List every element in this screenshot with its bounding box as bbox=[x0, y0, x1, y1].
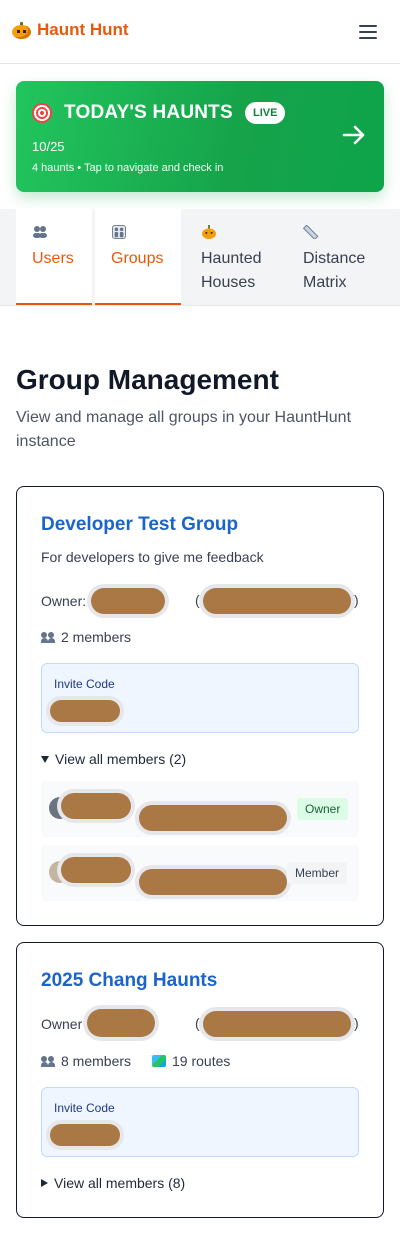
redacted-member-email bbox=[139, 805, 287, 831]
todays-haunts-banner[interactable]: TODAY'S HAUNTS LIVE 10/25 4 haunts • Tap… bbox=[16, 81, 384, 192]
group-card: Developer Test Group For developers to g… bbox=[16, 486, 384, 926]
member-row: Member bbox=[41, 845, 359, 901]
map-icon bbox=[152, 1055, 166, 1067]
routes-count: 19 routes bbox=[152, 1053, 230, 1069]
tab-label: Groups bbox=[111, 250, 164, 267]
paren-close: ) bbox=[354, 1015, 359, 1031]
redacted-invite-code[interactable] bbox=[50, 700, 120, 722]
redacted-member-email bbox=[139, 869, 287, 895]
banner-date: 10/25 bbox=[32, 139, 65, 154]
invite-code-box: Invite Code bbox=[41, 1087, 359, 1157]
people-icon bbox=[41, 1055, 55, 1067]
tab-distance-matrix[interactable]: Distance Matrix bbox=[287, 209, 387, 305]
live-badge: LIVE bbox=[245, 102, 286, 124]
owner-label: Owner: bbox=[41, 593, 87, 609]
redacted-owner-email bbox=[203, 588, 351, 614]
members-count: 2 members bbox=[41, 629, 131, 645]
invite-code-box: Invite Code bbox=[41, 663, 359, 733]
tab-label: Haunted Houses bbox=[201, 250, 262, 291]
group-description: For developers to give me feedback bbox=[41, 549, 264, 565]
member-row: Owner bbox=[41, 781, 359, 837]
redacted-owner-email bbox=[203, 1011, 351, 1037]
role-badge: Member bbox=[287, 862, 348, 884]
people-icon bbox=[33, 226, 47, 238]
brand[interactable]: Haunt Hunt bbox=[12, 20, 129, 40]
role-badge: Owner bbox=[297, 798, 349, 820]
invite-code-label: Invite Code bbox=[54, 677, 115, 691]
redacted-invite-code[interactable] bbox=[50, 1124, 120, 1146]
routes-count-text: 19 routes bbox=[172, 1053, 231, 1069]
paren-open: ( bbox=[195, 1015, 200, 1031]
pumpkin-icon bbox=[202, 225, 216, 239]
groups-icon bbox=[112, 225, 126, 239]
admin-tabs: Users Groups Haunted Houses Distance Mat… bbox=[0, 209, 400, 306]
members-count: 8 members bbox=[41, 1053, 131, 1069]
tab-groups[interactable]: Groups bbox=[95, 209, 181, 305]
banner-subtitle: 4 haunts • Tap to navigate and check in bbox=[32, 162, 224, 174]
tab-label: Distance Matrix bbox=[303, 250, 366, 291]
view-members-toggle[interactable]: View all members (8) bbox=[41, 1175, 185, 1191]
paren-open: ( bbox=[195, 592, 200, 608]
tab-users[interactable]: Users bbox=[16, 209, 92, 305]
members-count-text: 2 members bbox=[61, 629, 132, 645]
chevron-down-icon bbox=[41, 755, 49, 763]
ruler-icon bbox=[303, 225, 319, 239]
redacted-member-name bbox=[61, 857, 131, 883]
view-members-text: View all members (2) bbox=[55, 751, 187, 767]
redacted-member-name bbox=[61, 793, 131, 819]
invite-code-label: Invite Code bbox=[54, 1101, 115, 1115]
redacted-owner-name bbox=[87, 1009, 155, 1037]
banner-title: TODAY'S HAUNTS bbox=[64, 102, 233, 123]
view-members-toggle[interactable]: View all members (2) bbox=[41, 751, 186, 767]
group-name[interactable]: Developer Test Group bbox=[41, 514, 238, 536]
group-name[interactable]: 2025 Chang Haunts bbox=[41, 970, 217, 992]
chevron-right-icon bbox=[41, 1179, 48, 1187]
page-description: View and manage all groups in your Haunt… bbox=[16, 409, 352, 450]
target-icon bbox=[32, 103, 52, 123]
group-card: 2025 Chang Haunts Owner ( ) 8 members 19… bbox=[16, 942, 384, 1218]
tab-haunted-houses[interactable]: Haunted Houses bbox=[185, 209, 285, 305]
owner-label: Owner bbox=[41, 1016, 83, 1032]
app-header: Haunt Hunt bbox=[0, 0, 400, 64]
people-icon bbox=[41, 631, 55, 643]
paren-close: ) bbox=[354, 592, 359, 608]
tab-label: Users bbox=[32, 250, 74, 267]
redacted-owner-name bbox=[91, 588, 165, 614]
pumpkin-icon bbox=[12, 21, 31, 39]
hamburger-menu-icon[interactable] bbox=[356, 22, 380, 42]
app-name: Haunt Hunt bbox=[37, 20, 129, 39]
page-title: Group Management bbox=[16, 364, 279, 395]
arrow-right-icon[interactable] bbox=[342, 125, 366, 145]
members-count-text: 8 members bbox=[61, 1053, 132, 1069]
view-members-text: View all members (8) bbox=[54, 1175, 186, 1191]
